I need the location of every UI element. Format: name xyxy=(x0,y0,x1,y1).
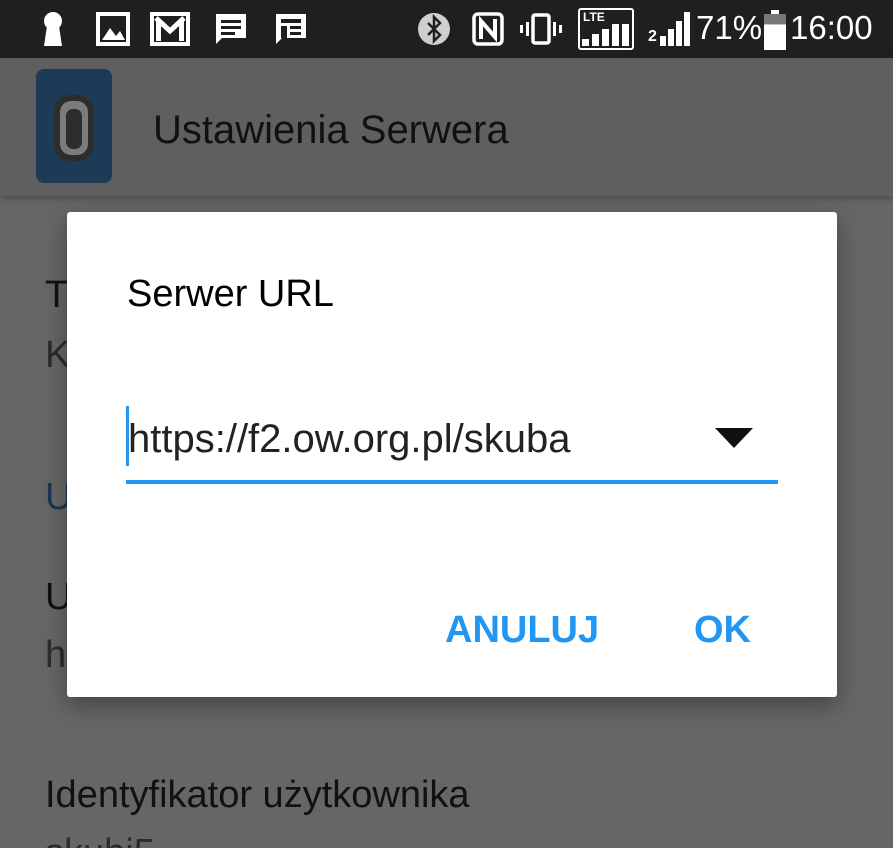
keyhole-icon xyxy=(44,12,62,46)
status-bar: LTE 2 71% 16:00 xyxy=(0,0,893,58)
lte-signal-icon: LTE xyxy=(578,8,634,50)
gmail-icon xyxy=(150,12,190,46)
pref-item-user-id-title[interactable]: Identyfikator użytkownika xyxy=(45,772,470,818)
pref-item-user-id-summary: skubi5 xyxy=(45,830,155,848)
sim2-label: 2 xyxy=(648,28,657,45)
dialog-title: Serwer URL xyxy=(127,273,334,315)
image-icon xyxy=(96,12,130,46)
app-logo-icon xyxy=(36,69,112,183)
signal-icon: 2 xyxy=(648,12,692,46)
app-bar: Ustawienia Serwera xyxy=(0,58,893,196)
server-url-dialog: Serwer URL ANULUJ OK xyxy=(67,212,837,697)
notification-icon xyxy=(276,14,306,44)
battery-icon xyxy=(764,10,786,50)
lte-label: LTE xyxy=(583,10,605,24)
cancel-button[interactable]: ANULUJ xyxy=(445,602,599,658)
clock: 16:00 xyxy=(790,9,873,46)
vibrate-icon xyxy=(520,13,562,45)
dropdown-arrow-icon[interactable] xyxy=(715,428,753,448)
pref-item-1-title[interactable]: T xyxy=(45,272,68,318)
pref-item-2-summary: h xyxy=(45,634,67,676)
ok-button[interactable]: OK xyxy=(694,602,751,658)
battery-percent: 71% xyxy=(696,9,763,46)
url-field[interactable] xyxy=(126,406,778,492)
bluetooth-icon xyxy=(418,13,450,45)
app-title: Ustawienia Serwera xyxy=(153,108,509,152)
nfc-icon xyxy=(472,12,504,46)
server-url-input[interactable] xyxy=(128,410,688,468)
url-field-underline xyxy=(126,480,778,484)
message-icon xyxy=(216,14,246,44)
